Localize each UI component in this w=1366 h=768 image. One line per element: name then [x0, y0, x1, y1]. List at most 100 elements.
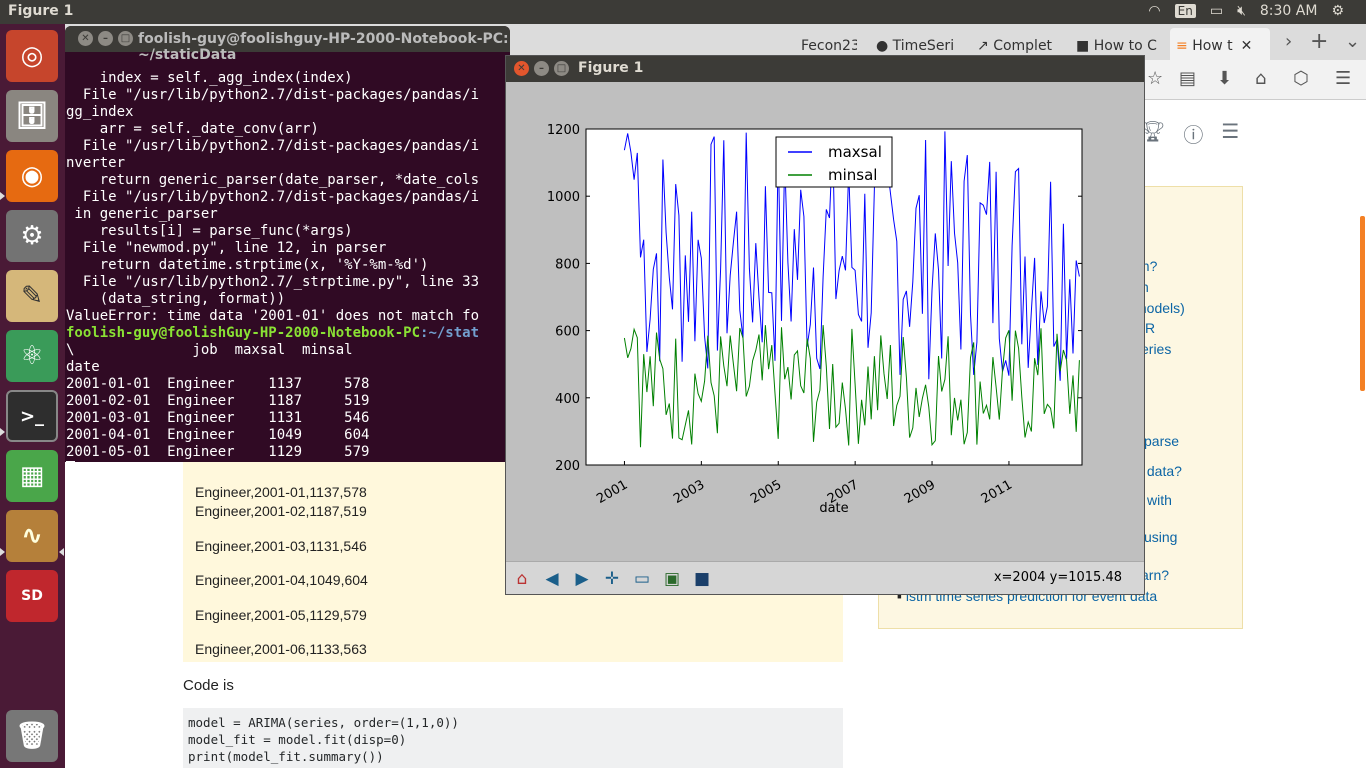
ubuntu-dash-icon[interactable]: ◎ — [6, 30, 58, 82]
bookmark-star-icon[interactable]: ☆ — [1147, 68, 1163, 89]
home-icon[interactable]: ⌂ — [510, 568, 534, 590]
bookmark-icon: ■ — [1076, 38, 1094, 54]
pan-icon[interactable]: ✛ — [600, 568, 624, 590]
terminal-line: index = self._agg_index(index) — [66, 70, 353, 86]
active-window-title: Figure 1 — [8, 3, 74, 19]
files-icon[interactable]: 🗄︎ — [6, 90, 58, 142]
related-link[interactable]: arn? — [1141, 567, 1169, 583]
home-icon[interactable]: ⌂ — [1255, 68, 1266, 89]
code-block: model = ARIMA(series, order=(1,1,0)) mod… — [183, 708, 843, 768]
subplots-icon[interactable]: ▣ — [660, 568, 684, 590]
system-top-bar: Figure 1 ◠ En ▭ 🔇︎ 8:30 AM ⚙ — [0, 0, 1366, 24]
terminal-prompt: foolish-guy@foolishGuy-HP-2000-Notebook-… — [66, 325, 510, 342]
save-icon[interactable]: ■ — [690, 568, 714, 590]
close-tab-icon[interactable]: ✕ — [1241, 38, 1253, 54]
firefox-icon[interactable]: ◉ — [6, 150, 58, 202]
download-icon[interactable]: ⬇ — [1217, 68, 1232, 89]
spreadsheet-icon[interactable]: ▦ — [6, 450, 58, 502]
y-tick-label: 1200 — [547, 123, 580, 138]
data-line: Engineer,2001-01,1137,578 — [195, 484, 367, 500]
x-tick-label: 2009 — [902, 477, 938, 507]
terminal-line: 2001-04-01 Engineer 1049 604 — [66, 427, 370, 443]
terminal-window: ✕ – □ foolish-guy@foolishguy-HP-2000-Not… — [65, 26, 510, 462]
back-arrow-icon[interactable]: ◀ — [540, 568, 564, 590]
data-line: Engineer,2001-04,1049,604 — [195, 572, 368, 588]
volume-muted-icon[interactable]: 🔇︎ — [1237, 3, 1246, 19]
new-tab-icon[interactable]: + — [1310, 29, 1328, 54]
prompt-user: foolish-guy@foolishGuy-HP-2000-Notebook-… — [66, 325, 421, 341]
gear-icon[interactable]: ⚙ — [1331, 3, 1344, 19]
terminal-line: File "newmod.py", line 12, in parser — [66, 240, 387, 256]
pocket-icon[interactable]: ⬡ — [1293, 68, 1309, 89]
page-scrollbar[interactable] — [1360, 216, 1365, 391]
github-icon: ● — [876, 38, 893, 54]
plot-canvas[interactable]: 200400600800100012002001 2003 2005 2007 2009… — [506, 82, 1144, 560]
help-icon[interactable]: ⓘ — [1183, 119, 1203, 148]
data-line: Engineer,2001-02,1187,519 — [195, 503, 367, 519]
tab-label: How t — [1192, 38, 1233, 54]
zoom-rect-icon[interactable]: ▭ — [630, 568, 654, 590]
tab-label: How to C — [1093, 38, 1157, 54]
terminal-line: ValueError: time data '2001-01' does not… — [66, 308, 480, 324]
keyboard-language-indicator[interactable]: En — [1174, 4, 1196, 18]
related-link[interactable]: using — [1144, 529, 1177, 545]
unity-launcher: ◎ 🗄︎ ◉ ⚙ ✎ ⚛ >_ ▦ ∿ SD 🗑︎ — [0, 24, 65, 768]
figure-window-icon[interactable]: ∿ — [6, 510, 58, 562]
minimize-icon[interactable]: – — [534, 61, 549, 76]
data-line: Engineer,2001-03,1131,546 — [195, 538, 367, 554]
chart-icon: ↗ — [977, 38, 994, 54]
terminal-line: arr = self._date_conv(arr) — [66, 121, 319, 137]
terminal-line: date — [66, 359, 100, 375]
wifi-icon[interactable]: ◠ — [1148, 3, 1160, 19]
close-icon[interactable]: ✕ — [514, 61, 529, 76]
reader-view-icon[interactable]: ▤ — [1179, 68, 1196, 89]
related-link[interactable]: R — [1145, 320, 1155, 336]
tabs-overflow-icon[interactable]: › — [1285, 31, 1292, 52]
terminal-icon[interactable]: >_ — [6, 390, 58, 442]
close-icon[interactable]: ✕ — [78, 31, 93, 46]
terminal-line: 2001-03-01 Engineer 1131 546 — [66, 410, 370, 426]
trash-icon[interactable]: 🗑︎ — [6, 710, 58, 762]
terminal-line: in generic_parser — [66, 206, 218, 222]
data-line: Engineer,2001-06,1133,563 — [195, 641, 367, 657]
terminal-output[interactable]: index = self._agg_index(index) File "/us… — [66, 53, 510, 462]
forward-arrow-icon[interactable]: ▶ — [570, 568, 594, 590]
terminal-line: File "/usr/lib/python2.7/dist-packages/p… — [66, 87, 480, 103]
terminal-line: (data_string, format)) — [66, 291, 286, 307]
terminal-line: nverter — [66, 155, 126, 171]
y-tick-label: 600 — [555, 325, 580, 340]
terminal-line: File "/usr/lib/python2.7/dist-packages/p… — [66, 138, 480, 154]
clock[interactable]: 8:30 AM — [1260, 3, 1318, 19]
stackoverflow-icon: ≡ — [1176, 38, 1193, 54]
related-link[interactable]: with — [1147, 492, 1172, 508]
matplotlib-figure-window: ✕ – □ Figure 1 200 400 600 800 1000 1200 2001 2… — [505, 55, 1145, 595]
minimize-icon[interactable]: – — [98, 31, 113, 46]
terminal-line: \ job maxsal minsal — [66, 342, 353, 358]
x-tick-label: 2005 — [748, 477, 784, 507]
terminal-line: results[i] = parse_func(*args) — [66, 223, 353, 239]
x-axis-label: date — [819, 501, 848, 516]
battery-icon[interactable]: ▭ — [1210, 3, 1223, 19]
atom-icon[interactable]: ⚛ — [6, 330, 58, 382]
tab-how-to-active[interactable]: ≡ How t ✕ — [1170, 28, 1270, 60]
data-line: Engineer,2001-05,1129,579 — [195, 607, 367, 623]
legend-label-maxsal: maxsal — [828, 143, 882, 161]
cursor-coordinates: x=2004 y=1015.48 — [993, 570, 1122, 585]
prompt-path: :~/stat — [420, 325, 480, 341]
text-editor-icon[interactable]: ✎ — [6, 270, 58, 322]
related-link[interactable]: parse — [1144, 433, 1179, 449]
terminal-line: File "/usr/lib/python2.7/dist-packages/p… — [66, 189, 480, 205]
tabs-list-icon[interactable]: ⌄ — [1345, 31, 1360, 52]
running-indicator — [0, 428, 5, 436]
tab-label: TimeSeri — [892, 38, 955, 54]
terminal-cursor — [66, 461, 75, 462]
maximize-icon[interactable]: □ — [554, 61, 569, 76]
terminal-line: 2001-02-01 Engineer 1187 519 — [66, 393, 370, 409]
site-switcher-icon[interactable]: ☰ — [1221, 119, 1239, 148]
maximize-icon[interactable]: □ — [118, 31, 133, 46]
tab-label: Complet — [993, 38, 1053, 54]
menu-icon[interactable]: ☰ — [1335, 68, 1351, 89]
sd-card-icon[interactable]: SD — [6, 570, 58, 622]
system-settings-icon[interactable]: ⚙ — [6, 210, 58, 262]
terminal-line: File "/usr/lib/python2.7/_strptime.py", … — [66, 274, 480, 290]
